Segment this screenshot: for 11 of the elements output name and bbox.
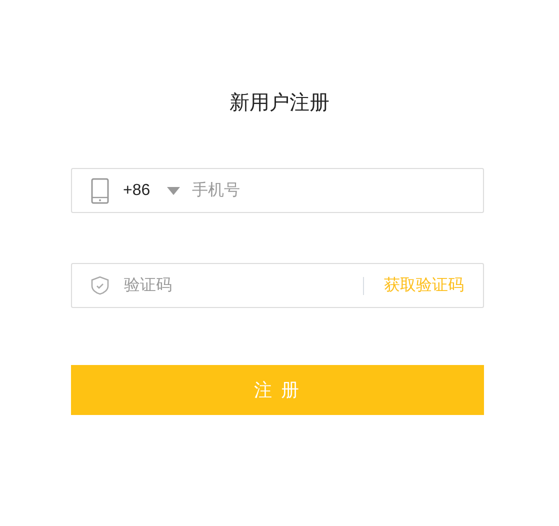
- country-code[interactable]: +86: [123, 178, 150, 202]
- get-code-link[interactable]: 获取验证码: [384, 274, 464, 298]
- phone-input[interactable]: 手机号: [192, 178, 483, 202]
- phone-field[interactable]: +86 手机号: [71, 168, 484, 213]
- register-button[interactable]: 注 册: [71, 365, 484, 415]
- shield-check-icon: [91, 276, 109, 295]
- phone-icon: [91, 178, 109, 204]
- verification-code-field[interactable]: 验证码 获取验证码: [71, 263, 484, 308]
- dropdown-caret-icon[interactable]: [167, 186, 180, 194]
- code-input[interactable]: 验证码: [124, 274, 363, 298]
- page-title: 新用户注册: [230, 91, 330, 116]
